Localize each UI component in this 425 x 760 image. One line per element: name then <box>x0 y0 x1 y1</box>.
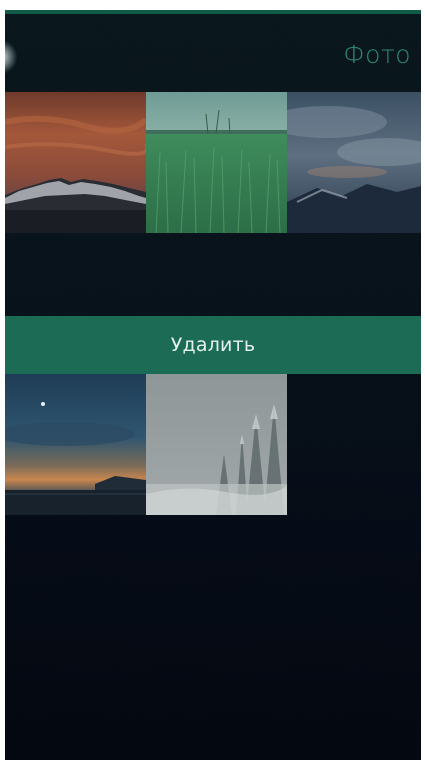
remorse-delete-bar[interactable]: Удалить <box>5 316 421 374</box>
delete-label: Удалить <box>170 334 256 356</box>
photo-thumbnail[interactable] <box>287 92 421 233</box>
photo-cloudy-mountains-image <box>287 92 421 233</box>
page-header: Фото <box>5 14 421 92</box>
gallery-screen: Фото Удалить <box>5 10 421 760</box>
photo-thumbnail[interactable] <box>5 374 146 515</box>
photo-thumbnail[interactable] <box>5 92 146 233</box>
photo-thumbnail[interactable] <box>146 92 287 233</box>
page-title: Фото <box>343 40 411 69</box>
photo-green-grass-field-image <box>146 92 287 233</box>
photo-snowy-mountain-sunset-image <box>5 92 146 233</box>
photo-seashore-dusk-image <box>5 374 146 515</box>
photo-thumbnail[interactable] <box>146 374 287 515</box>
photo-snowy-forest-image <box>146 374 287 515</box>
pulley-menu-indicator-icon[interactable] <box>5 40 17 74</box>
